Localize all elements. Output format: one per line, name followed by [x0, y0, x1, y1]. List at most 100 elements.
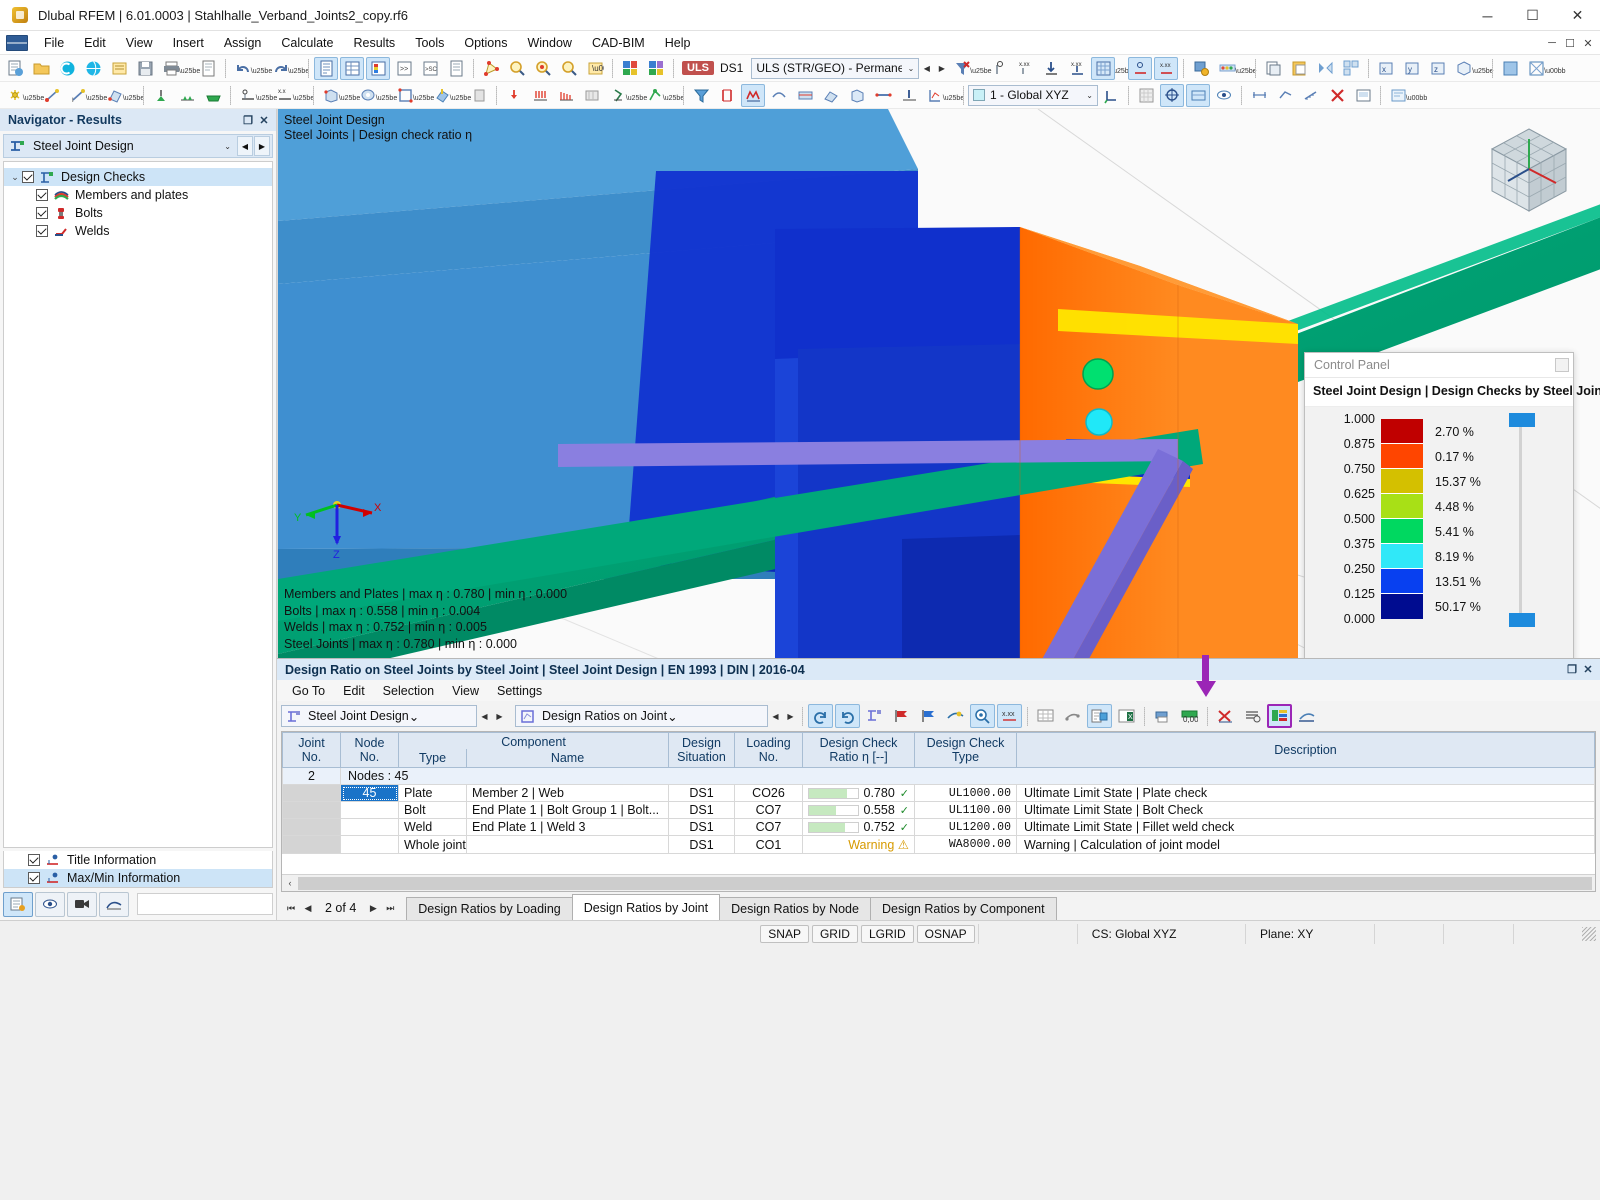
navigator-restore-icon[interactable]: ❐ — [240, 112, 256, 128]
load-icon[interactable] — [430, 84, 454, 107]
tab-design-ratios-by-loading[interactable]: Design Ratios by Loading — [406, 897, 572, 920]
coordinate-system-combo[interactable]: 1 - Global XYZ ⌄ — [968, 85, 1098, 106]
prev-situation-button[interactable]: ◀ — [919, 58, 934, 79]
design-situation-combo[interactable]: ULS (STR/GEO) - Permane... ⌄ — [751, 58, 919, 79]
visibility-icon[interactable] — [1212, 84, 1236, 107]
dlubal-cloud-icon[interactable] — [55, 57, 79, 80]
undo-icon[interactable] — [231, 57, 255, 80]
pager-next-button[interactable]: ▶ — [365, 900, 381, 916]
menu-item-edit[interactable]: Edit — [74, 33, 116, 53]
delete-all-icon[interactable] — [1325, 84, 1349, 107]
mdi-restore-icon[interactable]: ☐ — [1562, 35, 1578, 51]
control-panel-pin-icon[interactable] — [1555, 358, 1569, 372]
slider-thumb-min[interactable] — [1509, 613, 1535, 627]
slider-thumb-max[interactable] — [1509, 413, 1535, 427]
tree-item-welds[interactable]: Welds — [4, 222, 272, 240]
status-osnap-toggle[interactable]: OSNAP — [917, 925, 975, 943]
export-excel-icon[interactable]: X — [1114, 704, 1139, 728]
annotation-icon[interactable] — [1273, 84, 1297, 107]
graphic-icon[interactable] — [99, 892, 129, 917]
view-dropdown-icon[interactable]: \u25be — [1477, 57, 1488, 80]
new-member-dropdown-icon[interactable]: \u25be — [91, 84, 102, 107]
printout-icon[interactable] — [3, 892, 33, 917]
tree-item-members-and-plates[interactable]: Members and plates — [4, 186, 272, 204]
table-filter-icon[interactable] — [1087, 704, 1112, 728]
pan-icon[interactable] — [557, 57, 581, 80]
table-panel-icon[interactable] — [340, 57, 364, 80]
properties-icon[interactable] — [444, 57, 468, 80]
resize-grip-icon[interactable] — [1582, 927, 1596, 941]
result-sections-icon[interactable] — [923, 84, 947, 107]
new-frame-icon[interactable] — [393, 84, 417, 107]
zoom-result-icon[interactable] — [970, 704, 995, 728]
render-mode2-icon[interactable] — [644, 57, 668, 80]
measure-icon[interactable] — [1299, 84, 1323, 107]
new-solid-icon[interactable] — [319, 84, 343, 107]
result-values-xxx-icon[interactable]: x.xx — [1013, 57, 1037, 80]
table-row[interactable]: Bolt End Plate 1 | Bolt Group 1 | Bolt..… — [283, 802, 1595, 819]
col-loading-no[interactable]: Loading No. — [735, 733, 803, 768]
results-module-combo[interactable]: Steel Joint Design ⌄ — [281, 705, 477, 727]
menu-item-assign[interactable]: Assign — [214, 33, 272, 53]
navigator-next-button[interactable]: ▶ — [254, 136, 270, 156]
print-icon[interactable] — [159, 57, 183, 80]
expander-icon[interactable]: ⌄ — [8, 172, 22, 183]
table-chart-icon[interactable] — [1060, 704, 1085, 728]
tab-design-ratios-by-node[interactable]: Design Ratios by Node — [719, 897, 871, 920]
new-member-icon[interactable]: I — [66, 84, 90, 107]
render-mode-icon[interactable] — [618, 57, 642, 80]
eccentricity-icon[interactable]: x.x — [273, 84, 297, 107]
pager-prev-button[interactable]: ◀ — [300, 900, 316, 916]
mdi-minimize-icon[interactable]: ─ — [1544, 35, 1560, 51]
results-view-prev[interactable]: ◀ — [768, 706, 783, 727]
menu-item-tools[interactable]: Tools — [405, 33, 454, 53]
settings-results-icon[interactable] — [1189, 57, 1213, 80]
print-dropdown-icon[interactable]: \u25be — [184, 57, 195, 80]
new-node-icon[interactable] — [3, 84, 27, 107]
col-component-type[interactable]: Type — [399, 749, 467, 768]
result-precision-icon[interactable]: x.xx — [997, 704, 1022, 728]
tree-checkbox[interactable] — [22, 171, 34, 183]
nodal-load-icon[interactable] — [502, 84, 526, 107]
tree-item-maxmin-information[interactable]: Max/Min Information — [4, 869, 272, 887]
results-module-next[interactable]: ▶ — [492, 706, 507, 727]
menu-item-file[interactable]: File — [34, 33, 74, 53]
open-folder-icon[interactable] — [29, 57, 53, 80]
result-values-icon[interactable] — [987, 57, 1011, 80]
refresh-cw-icon[interactable] — [835, 704, 860, 728]
view-top-icon[interactable]: z — [1426, 57, 1450, 80]
clear-results-dropdown-icon[interactable]: \u25be — [975, 57, 986, 80]
nodal-support-icon[interactable] — [149, 84, 173, 107]
mdi-close-icon[interactable]: ✕ — [1580, 35, 1596, 51]
view-front-icon[interactable]: x — [1374, 57, 1398, 80]
new-surface-dropdown-icon[interactable]: \u25be — [128, 84, 139, 107]
global-model-icon[interactable] — [81, 57, 105, 80]
menu-item-window[interactable]: Window — [517, 33, 581, 53]
section-icon[interactable] — [715, 84, 739, 107]
save-icon[interactable] — [133, 57, 157, 80]
status-lgrid-toggle[interactable]: LGRID — [861, 925, 914, 943]
results-menu-goto[interactable]: Go To — [283, 682, 334, 700]
units-icon[interactable]: 0,00 — [1177, 704, 1202, 728]
new-line-icon[interactable] — [40, 84, 64, 107]
new-opening-icon[interactable] — [356, 84, 380, 107]
results-menu-settings[interactable]: Settings — [488, 682, 551, 700]
filter-results-icon[interactable] — [689, 84, 713, 107]
load-dropdown-icon[interactable]: \u25be — [455, 84, 466, 107]
clear-results-icon[interactable] — [950, 57, 974, 80]
results-panel-restore-icon[interactable]: ❐ — [1564, 662, 1580, 678]
view-iso-icon[interactable] — [1452, 57, 1476, 80]
video-icon[interactable] — [67, 892, 97, 917]
new-solid-dropdown-icon[interactable]: \u25be — [344, 84, 355, 107]
result-diagram-dropdown-icon[interactable]: \u25be — [1240, 57, 1251, 80]
clear-table-icon[interactable] — [1213, 704, 1238, 728]
zoom-all-icon[interactable] — [531, 57, 555, 80]
result-values-display-icon[interactable]: x.xx — [1154, 57, 1178, 80]
menu-item-options[interactable]: Options — [454, 33, 517, 53]
render-dropdown-icon[interactable]: \u00bb — [1549, 57, 1560, 80]
surface-load-icon[interactable] — [580, 84, 604, 107]
results-view-next[interactable]: ▶ — [783, 706, 798, 727]
menu-item-insert[interactable]: Insert — [163, 33, 214, 53]
redo-icon[interactable] — [268, 57, 292, 80]
navigator-module-combo[interactable]: Steel Joint Design ⌄ ◀ ▶ — [3, 134, 273, 158]
